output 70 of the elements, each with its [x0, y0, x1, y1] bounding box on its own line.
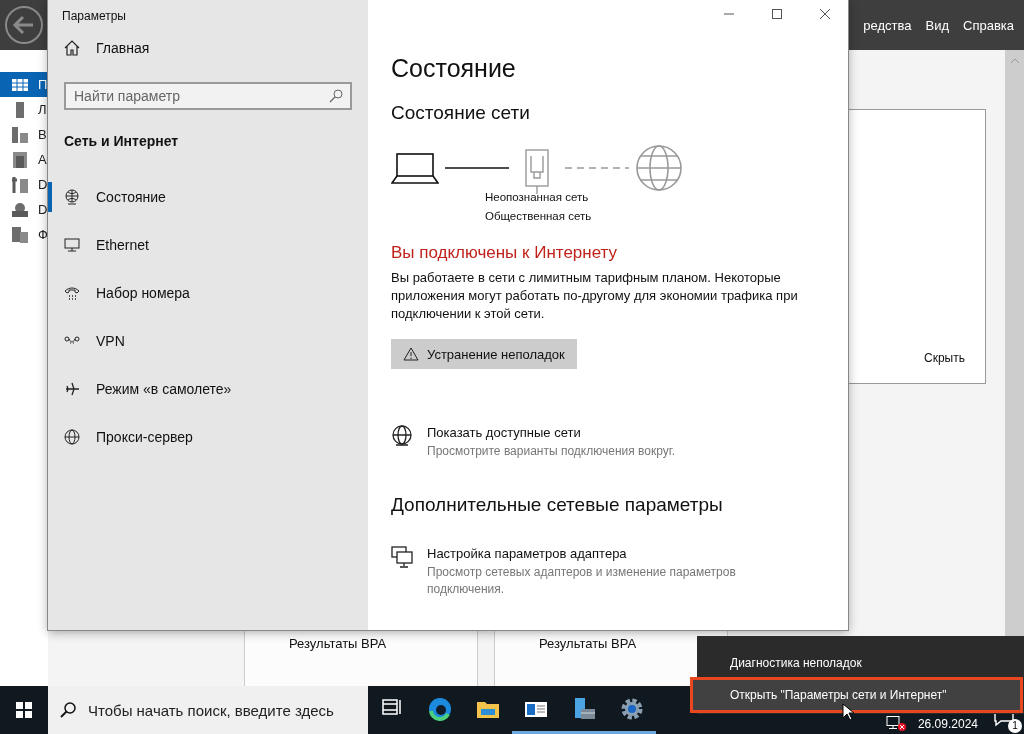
date-text[interactable]: 26.09.2024 — [917, 717, 978, 731]
menu-item[interactable]: редства — [863, 17, 912, 33]
link-description: Просмотр сетевых адаптеров и изменение параметров подключения. — [427, 564, 737, 598]
nav-icon — [12, 151, 28, 168]
settings-link[interactable]: Настройка параметров адаптера — [427, 546, 777, 561]
tile-label[interactable]: Результаты BPA — [539, 636, 637, 651]
nav-item[interactable]: D — [0, 172, 48, 197]
scroll-up-icon — [1010, 58, 1019, 63]
menu-item[interactable]: Справка — [963, 17, 1014, 33]
section-heading: Сеть и Интернет — [63, 132, 180, 151]
info-text: Вы работаете в сети с лимитным тарифным планом. Некоторые приложения могут работать по-другому для экономии трафика при подключении к этой сети. — [391, 269, 799, 323]
windows-logo-icon — [16, 702, 32, 718]
back-icon — [4, 5, 44, 45]
menu-item[interactable]: Открыть "Параметры сети и Интернет" — [693, 680, 1020, 710]
nav-item[interactable]: П — [0, 72, 48, 97]
nav-icon — [12, 201, 28, 218]
dashed-line — [565, 166, 629, 170]
gear-icon — [620, 696, 644, 721]
nav-icon — [12, 76, 28, 93]
hide-link[interactable]: Скрыть — [924, 351, 965, 365]
phone-icon — [64, 285, 80, 301]
nav-item[interactable]: А — [0, 147, 48, 172]
solid-line — [445, 166, 509, 170]
nav-icon — [12, 226, 28, 243]
section-heading: Состояние сети — [391, 102, 531, 124]
globe-monitor-icon — [391, 425, 413, 447]
notification-badge: 1 — [1008, 719, 1022, 733]
settings-link[interactable]: Показать доступные сети — [427, 425, 777, 440]
nav-item[interactable]: D — [0, 197, 48, 222]
laptop-icon — [391, 150, 439, 186]
search-field[interactable]: Найти параметр — [64, 82, 352, 110]
menu-item[interactable]: Диагностика неполадок — [697, 648, 1020, 678]
settings-nav-item[interactable]: VPN — [48, 317, 368, 365]
section-heading: Дополнительные сетевые параметры — [391, 494, 724, 516]
search-field[interactable]: Чтобы начать поиск, введите здесь — [48, 686, 368, 734]
settings-nav-item[interactable]: Прокси-сервер — [48, 413, 368, 461]
globe-icon — [635, 144, 683, 192]
settings-nav-item[interactable]: Режим «в самолете» — [48, 365, 368, 413]
home-link[interactable]: Главная — [48, 36, 368, 60]
nav-item[interactable]: В — [0, 122, 48, 147]
monitors-icon — [391, 546, 413, 568]
network-profile: Общественная сеть — [485, 209, 593, 224]
search-icon — [329, 89, 343, 103]
close-icon — [819, 8, 831, 20]
airplane-icon — [64, 381, 80, 397]
nav-item[interactable]: Ф — [0, 222, 48, 247]
nav-icon — [12, 176, 28, 193]
page-title: Состояние — [391, 54, 517, 83]
settings-nav-item[interactable]: Набор номера — [48, 269, 368, 317]
troubleshoot-button[interactable]: Устранение неполадок — [391, 339, 577, 369]
nav-icon — [12, 126, 28, 143]
window-title: Параметры — [61, 8, 127, 25]
nav-item[interactable]: Л — [0, 97, 48, 122]
warning-icon — [403, 347, 419, 361]
edge-browser-icon — [428, 696, 452, 721]
monitor-icon — [64, 237, 80, 253]
mouse-pointer-icon — [842, 703, 854, 721]
network-icon — [885, 716, 906, 731]
network-name: Неопознанная сеть — [485, 190, 590, 205]
settings-nav-item[interactable]: Ethernet — [48, 221, 368, 269]
menu-item[interactable]: Вид — [925, 17, 949, 33]
link-description: Просмотрите варианты подключения вокруг. — [427, 443, 676, 460]
connection-status: Вы подключены к Интернету — [391, 243, 619, 263]
server-toolbox-icon — [572, 696, 596, 721]
globe-icon — [64, 429, 80, 445]
globe-monitor-icon — [64, 189, 80, 205]
tile-label[interactable]: Результаты BPA — [289, 636, 387, 651]
maximize-icon — [771, 8, 783, 20]
settings-nav-item[interactable]: Состояние — [48, 173, 368, 221]
home-icon — [64, 40, 80, 56]
